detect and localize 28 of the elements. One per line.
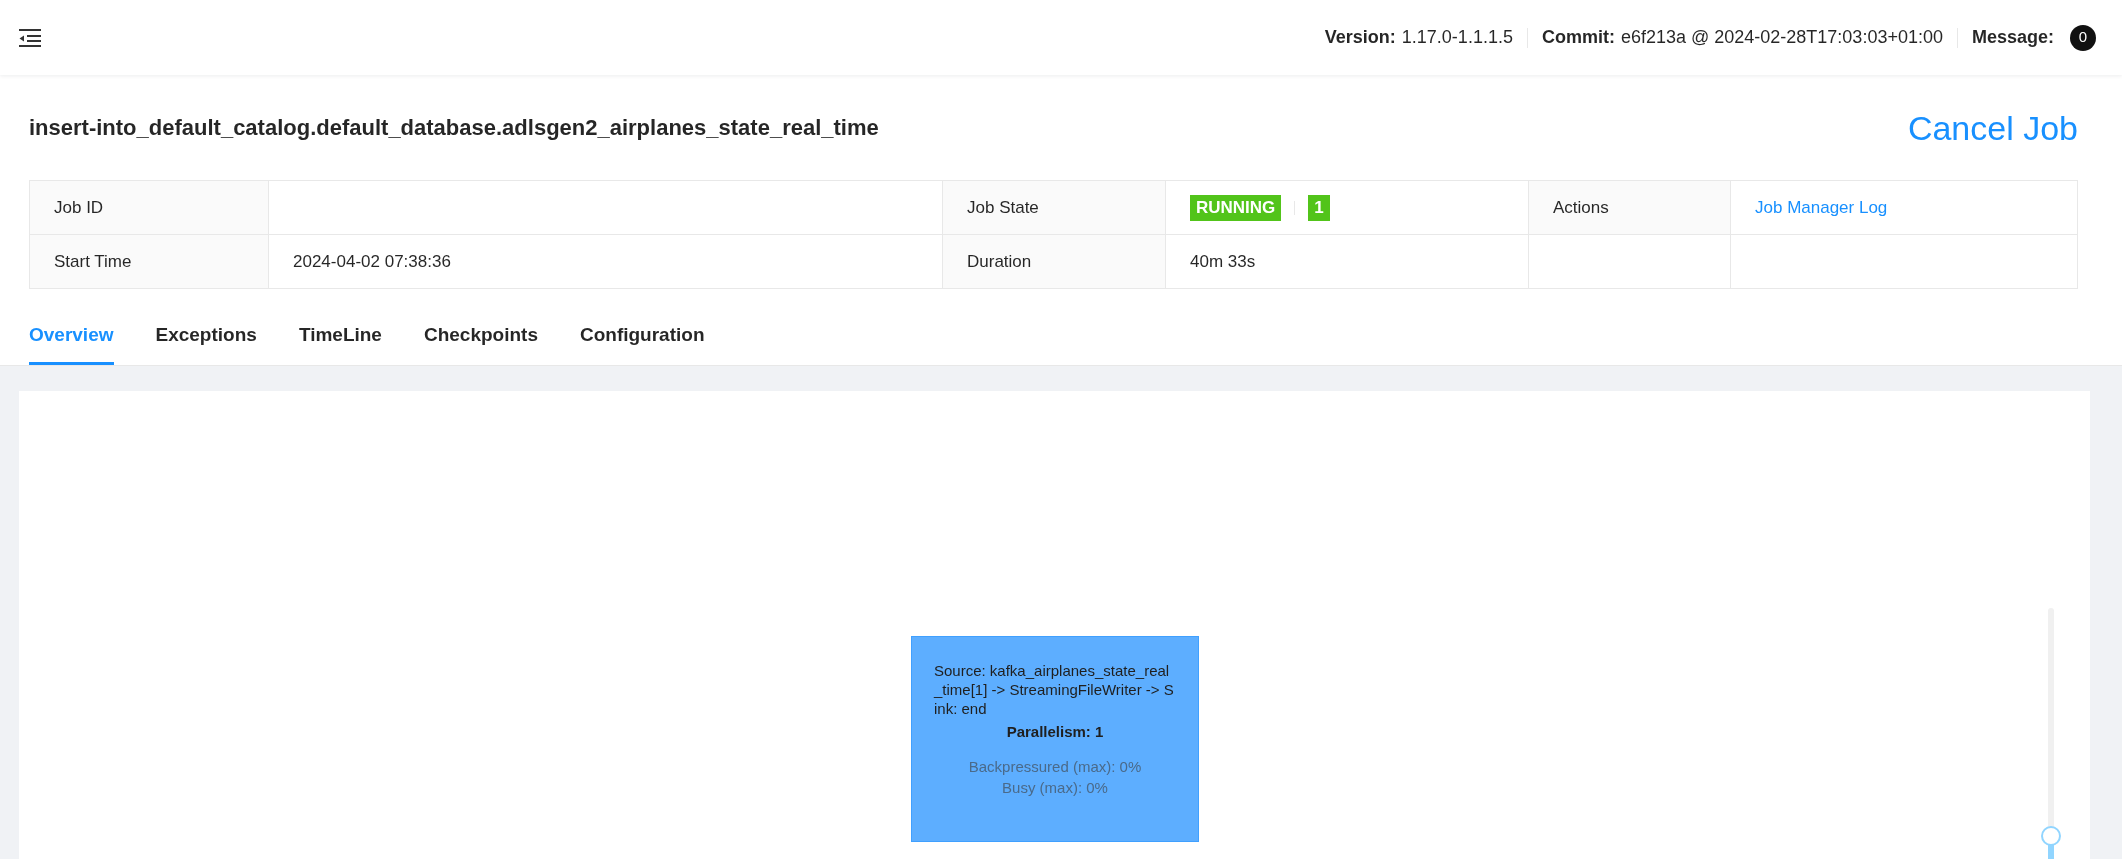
field-label: Duration	[942, 234, 1166, 289]
tab[interactable]: Exceptions	[155, 309, 257, 365]
message-count-badge[interactable]: 0	[2070, 24, 2096, 51]
version-label: Version:	[1324, 26, 1396, 49]
menu-fold-icon[interactable]	[18, 27, 42, 48]
node-name: Source: kafka_airplanes_state_real_time[1] -> StreamingFileWriter -> Sink: end	[934, 661, 1175, 718]
field-label: Actions	[1528, 180, 1731, 235]
field-value: 40m 33s	[1165, 234, 1529, 289]
tab[interactable]: Configuration	[579, 309, 705, 365]
node-metric: Busy (max): 0%	[1002, 777, 1108, 798]
node-parallelism: Parallelism: 1	[1005, 722, 1105, 742]
tab[interactable]: Checkpoints	[423, 309, 538, 365]
commit-value: e6f213a @ 2024-02-28T17:03:03+01:00	[1620, 26, 1943, 49]
field-label: Job State	[942, 180, 1166, 235]
tab[interactable]: TimeLine	[298, 309, 382, 365]
commit-label: Commit:	[1541, 26, 1615, 49]
graph-node[interactable]: Source: kafka_airplanes_state_real_time[1] -> StreamingFileWriter -> Sink: end Parallelism: 1 Backpressured (max): 0% Busy (max): 0%	[911, 636, 1199, 842]
message-label: Message:	[1971, 26, 2054, 49]
field-label: Job ID	[29, 180, 269, 235]
field-label: Start Time	[29, 234, 269, 289]
status-tag: RUNNING	[1190, 194, 1282, 221]
count-tag: 1	[1308, 194, 1330, 221]
job-title: insert-into_default_catalog.default_database.adlsgen2_airplanes_state_real_time	[29, 114, 879, 142]
version-value: 1.17.0-1.1.1.5	[1401, 26, 1513, 49]
slider-handle[interactable]	[2041, 826, 2061, 847]
node-metric: Backpressured (max): 0%	[968, 756, 1142, 777]
field-value: 2024-04-02 07:38:36	[268, 234, 943, 289]
zoom-slider[interactable]	[2041, 608, 2061, 859]
